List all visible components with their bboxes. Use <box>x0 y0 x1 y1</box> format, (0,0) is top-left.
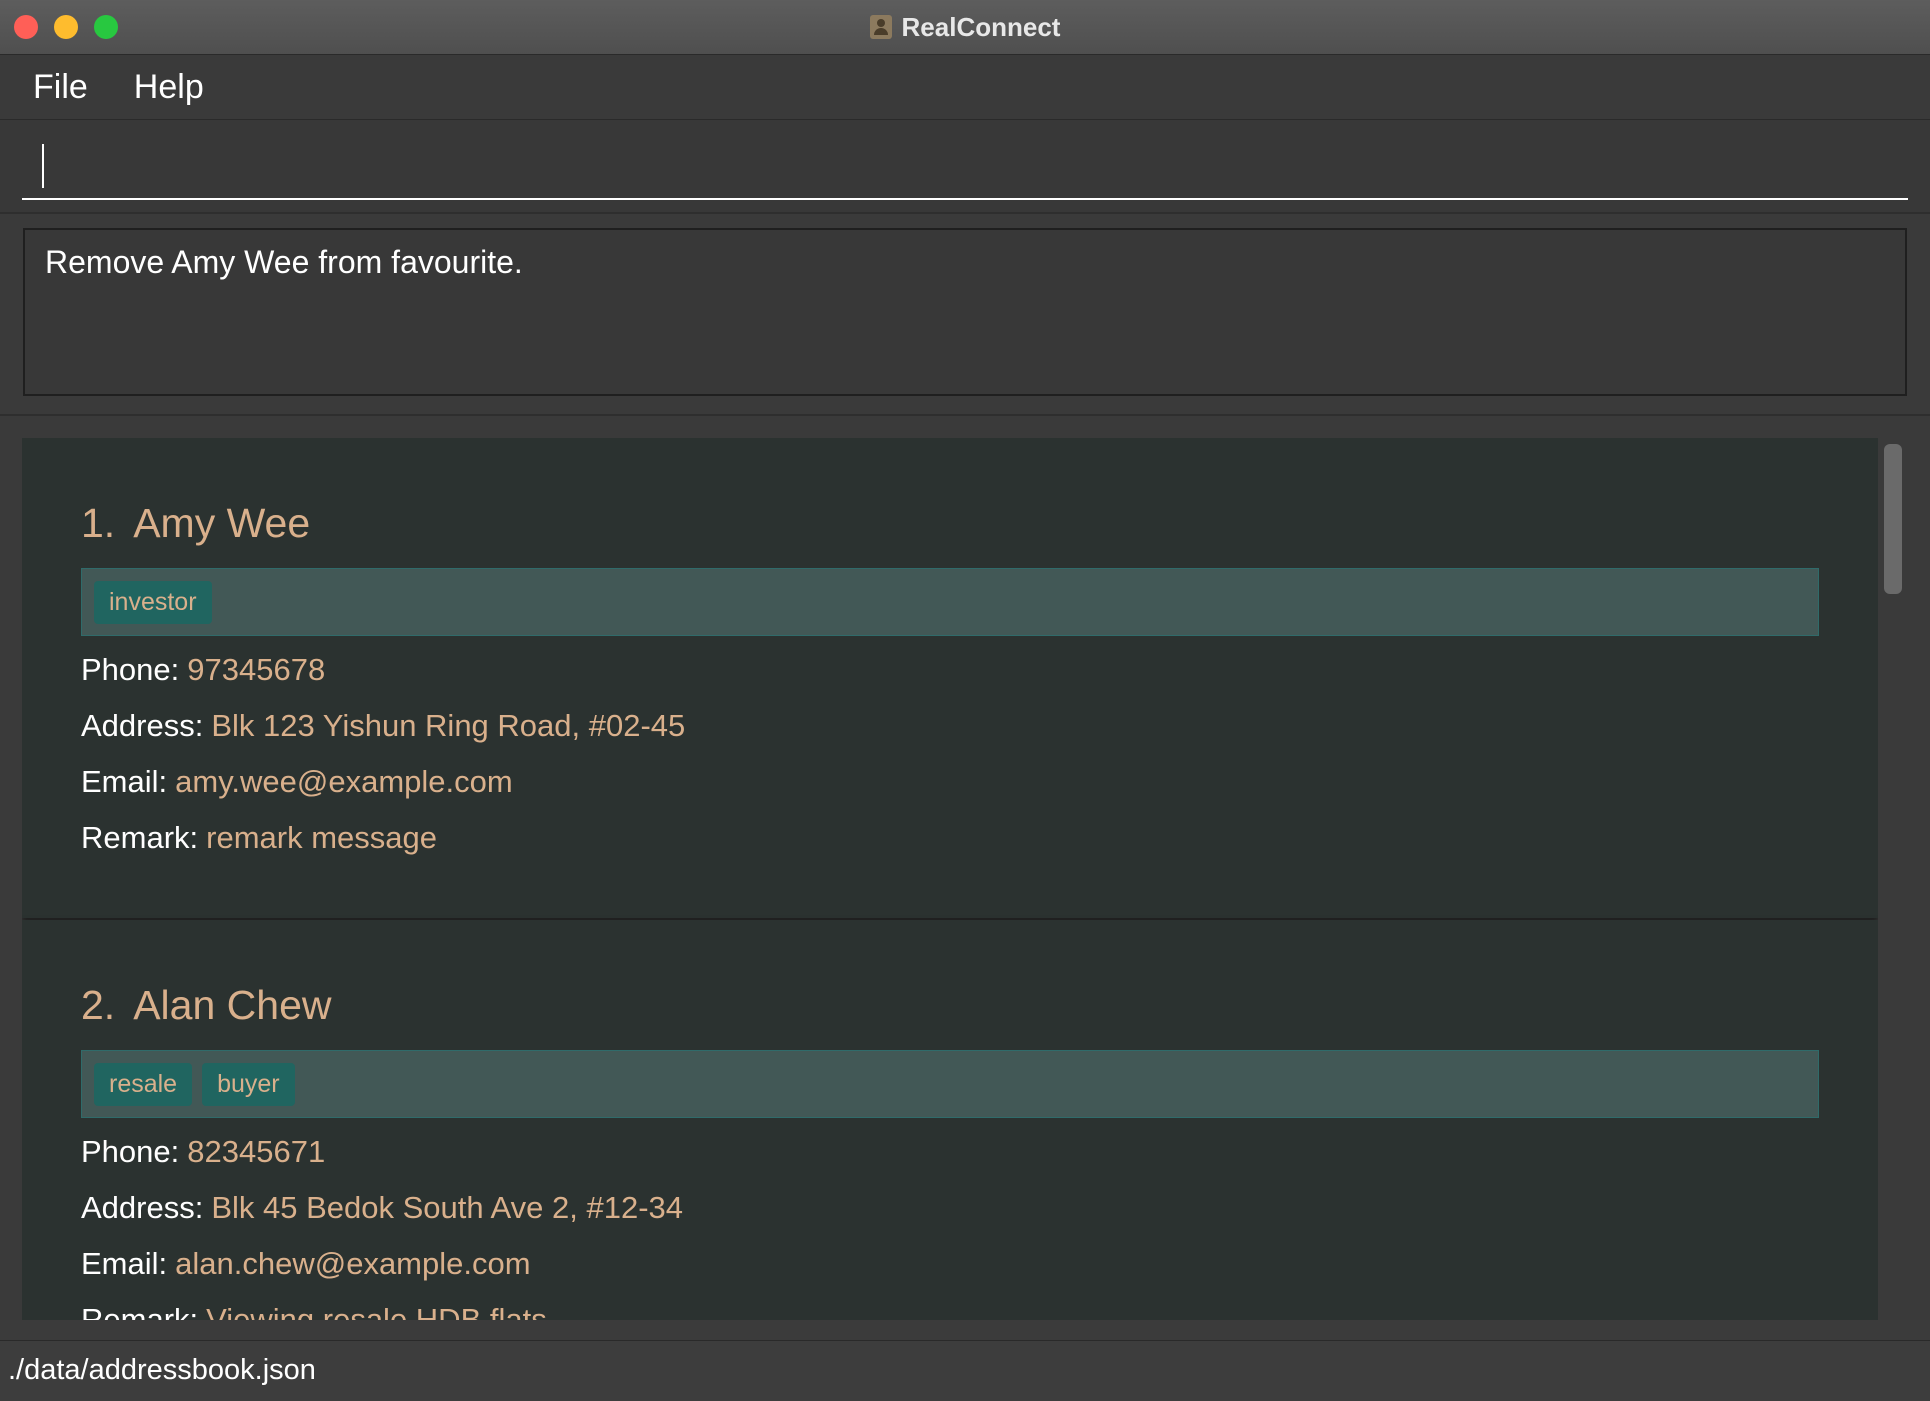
email-value: amy.wee@example.com <box>175 764 513 799</box>
remark-field: Remark: remark message <box>81 820 437 856</box>
remark-label: Remark: <box>81 820 199 855</box>
app-window: RealConnect File Help Remove Amy Wee fro… <box>0 0 1930 1401</box>
title-bar: RealConnect <box>0 0 1930 55</box>
person-name-heading: 1. Amy Wee <box>81 500 310 547</box>
phone-label: Phone: <box>81 1134 180 1169</box>
person-index: 2. <box>81 982 116 1028</box>
person-index: 1. <box>81 500 116 546</box>
window-title: RealConnect <box>901 11 1061 42</box>
person-list-panel: 1. Amy Wee investor Phone: 97345678 Addres… <box>0 416 1930 1320</box>
save-file-path: ./data/addressbook.json <box>8 1354 316 1386</box>
menu-help[interactable]: Help <box>101 68 204 107</box>
person-card[interactable]: 1. Amy Wee investor Phone: 97345678 Addres… <box>22 438 1878 918</box>
tag-list: investor <box>81 568 1819 636</box>
email-field: Email: amy.wee@example.com <box>81 764 513 800</box>
remark-value: Viewing resale HDB flats <box>206 1302 547 1320</box>
address-field: Address: Blk 123 Yishun Ring Road, #02-45 <box>81 708 685 744</box>
address-label: Address: <box>81 708 204 743</box>
address-field: Address: Blk 45 Bedok South Ave 2, #12-34 <box>81 1190 683 1226</box>
tag: investor <box>94 580 212 624</box>
text-caret <box>42 144 44 188</box>
title-wrap: RealConnect <box>0 0 1930 54</box>
tag-list: resale buyer <box>81 1050 1819 1118</box>
email-field: Email: alan.chew@example.com <box>81 1246 531 1282</box>
email-label: Email: <box>81 1246 168 1281</box>
menu-file[interactable]: File <box>0 68 88 107</box>
person-name: Amy Wee <box>133 500 311 546</box>
app-icon <box>869 15 892 39</box>
person-card[interactable]: 2. Alan Chew resale buyer Phone: 82345671 … <box>22 920 1878 1320</box>
phone-label: Phone: <box>81 652 180 687</box>
list-scrollbar[interactable] <box>1884 444 1902 594</box>
command-input[interactable] <box>22 120 1908 200</box>
email-value: alan.chew@example.com <box>175 1246 531 1281</box>
address-value: Blk 123 Yishun Ring Road, #02-45 <box>211 708 686 743</box>
phone-field: Phone: 82345671 <box>81 1134 325 1170</box>
address-label: Address: <box>81 1190 204 1225</box>
tag: resale <box>94 1062 193 1106</box>
tag: buyer <box>202 1062 295 1106</box>
phone-field: Phone: 97345678 <box>81 652 325 688</box>
result-display: Remove Amy Wee from favourite. <box>23 228 1907 396</box>
person-list[interactable]: 1. Amy Wee investor Phone: 97345678 Addres… <box>22 438 1878 1320</box>
email-label: Email: <box>81 764 168 799</box>
person-name-heading: 2. Alan Chew <box>81 982 331 1029</box>
command-area <box>0 120 1930 214</box>
phone-value: 97345678 <box>187 652 326 687</box>
person-name: Alan Chew <box>133 982 332 1028</box>
result-area: Remove Amy Wee from favourite. <box>0 214 1930 416</box>
menu-bar: File Help <box>0 55 1930 120</box>
remark-value: remark message <box>206 820 437 855</box>
address-value: Blk 45 Bedok South Ave 2, #12-34 <box>211 1190 684 1225</box>
remark-label: Remark: <box>81 1302 199 1320</box>
status-bar: ./data/addressbook.json <box>0 1340 1930 1401</box>
remark-field: Remark: Viewing resale HDB flats <box>81 1302 547 1320</box>
phone-value: 82345671 <box>187 1134 326 1169</box>
